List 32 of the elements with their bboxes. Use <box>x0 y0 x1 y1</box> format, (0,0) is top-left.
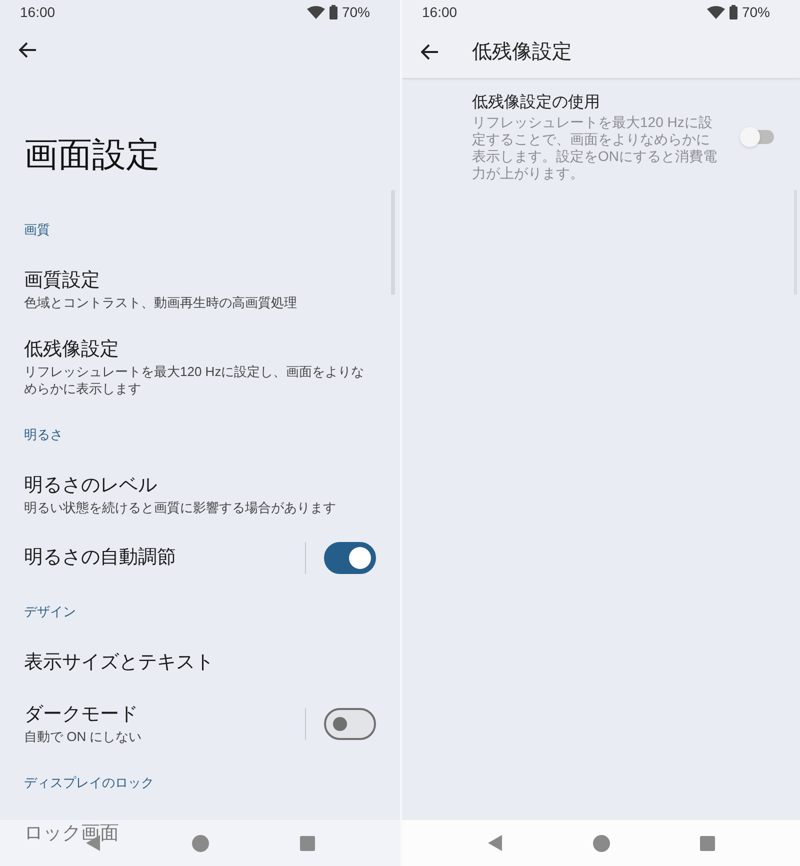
recents-nav-icon[interactable] <box>700 836 715 850</box>
status-time: 16:00 <box>422 3 458 22</box>
back-arrow-icon[interactable] <box>421 44 439 60</box>
toggle-switch[interactable] <box>324 708 376 740</box>
back-arrow-icon[interactable] <box>19 42 37 58</box>
toggle-switch[interactable] <box>324 542 376 574</box>
home-nav-icon[interactable] <box>192 834 209 852</box>
home-nav-icon[interactable] <box>593 834 610 852</box>
battery-icon <box>328 5 338 20</box>
back-nav-icon[interactable] <box>487 834 503 852</box>
section-header: 明るさ <box>24 426 63 444</box>
wifi-icon <box>306 6 325 20</box>
setting-summary: 自動で ON にしない <box>24 728 143 745</box>
page-title: 低残像設定 <box>472 40 572 64</box>
page-title: 画面設定 <box>24 136 160 174</box>
setting-title: 明るさの自動調節 <box>24 546 177 570</box>
section-header: ディスプレイのロック <box>24 774 154 792</box>
battery-icon <box>728 5 738 20</box>
settings-item[interactable]: 低残像設定 リフレッシュレートを最大120 Hzに設定し、画面をよりなめらかに表示します <box>0 324 400 410</box>
status-time: 16:00 <box>20 3 56 22</box>
battery-percent: 70% <box>342 3 370 22</box>
wifi-icon <box>706 6 725 20</box>
setting-title: ダークモード <box>24 703 139 727</box>
setting-summary: リフレッシュレートを最大120 Hzに設定することで、画面をよりなめらかに表示します。設定をONにすると消費電力が上がります。 <box>472 114 717 182</box>
settings-item[interactable]: 明るさのレベル 明るい状態を続けると画質に影響する場合があります <box>0 460 400 529</box>
settings-item[interactable]: 表示サイズとテキスト <box>0 637 400 689</box>
section-header: デザイン <box>24 603 76 622</box>
settings-item[interactable]: 画質設定 色域とコントラスト、動画再生時の高画質処理 <box>0 255 400 324</box>
section-header: 画質 <box>24 221 50 240</box>
setting-title: 低残像設定の使用 <box>472 92 601 113</box>
battery-percent: 70% <box>742 3 770 22</box>
recents-nav-icon[interactable] <box>300 836 315 850</box>
